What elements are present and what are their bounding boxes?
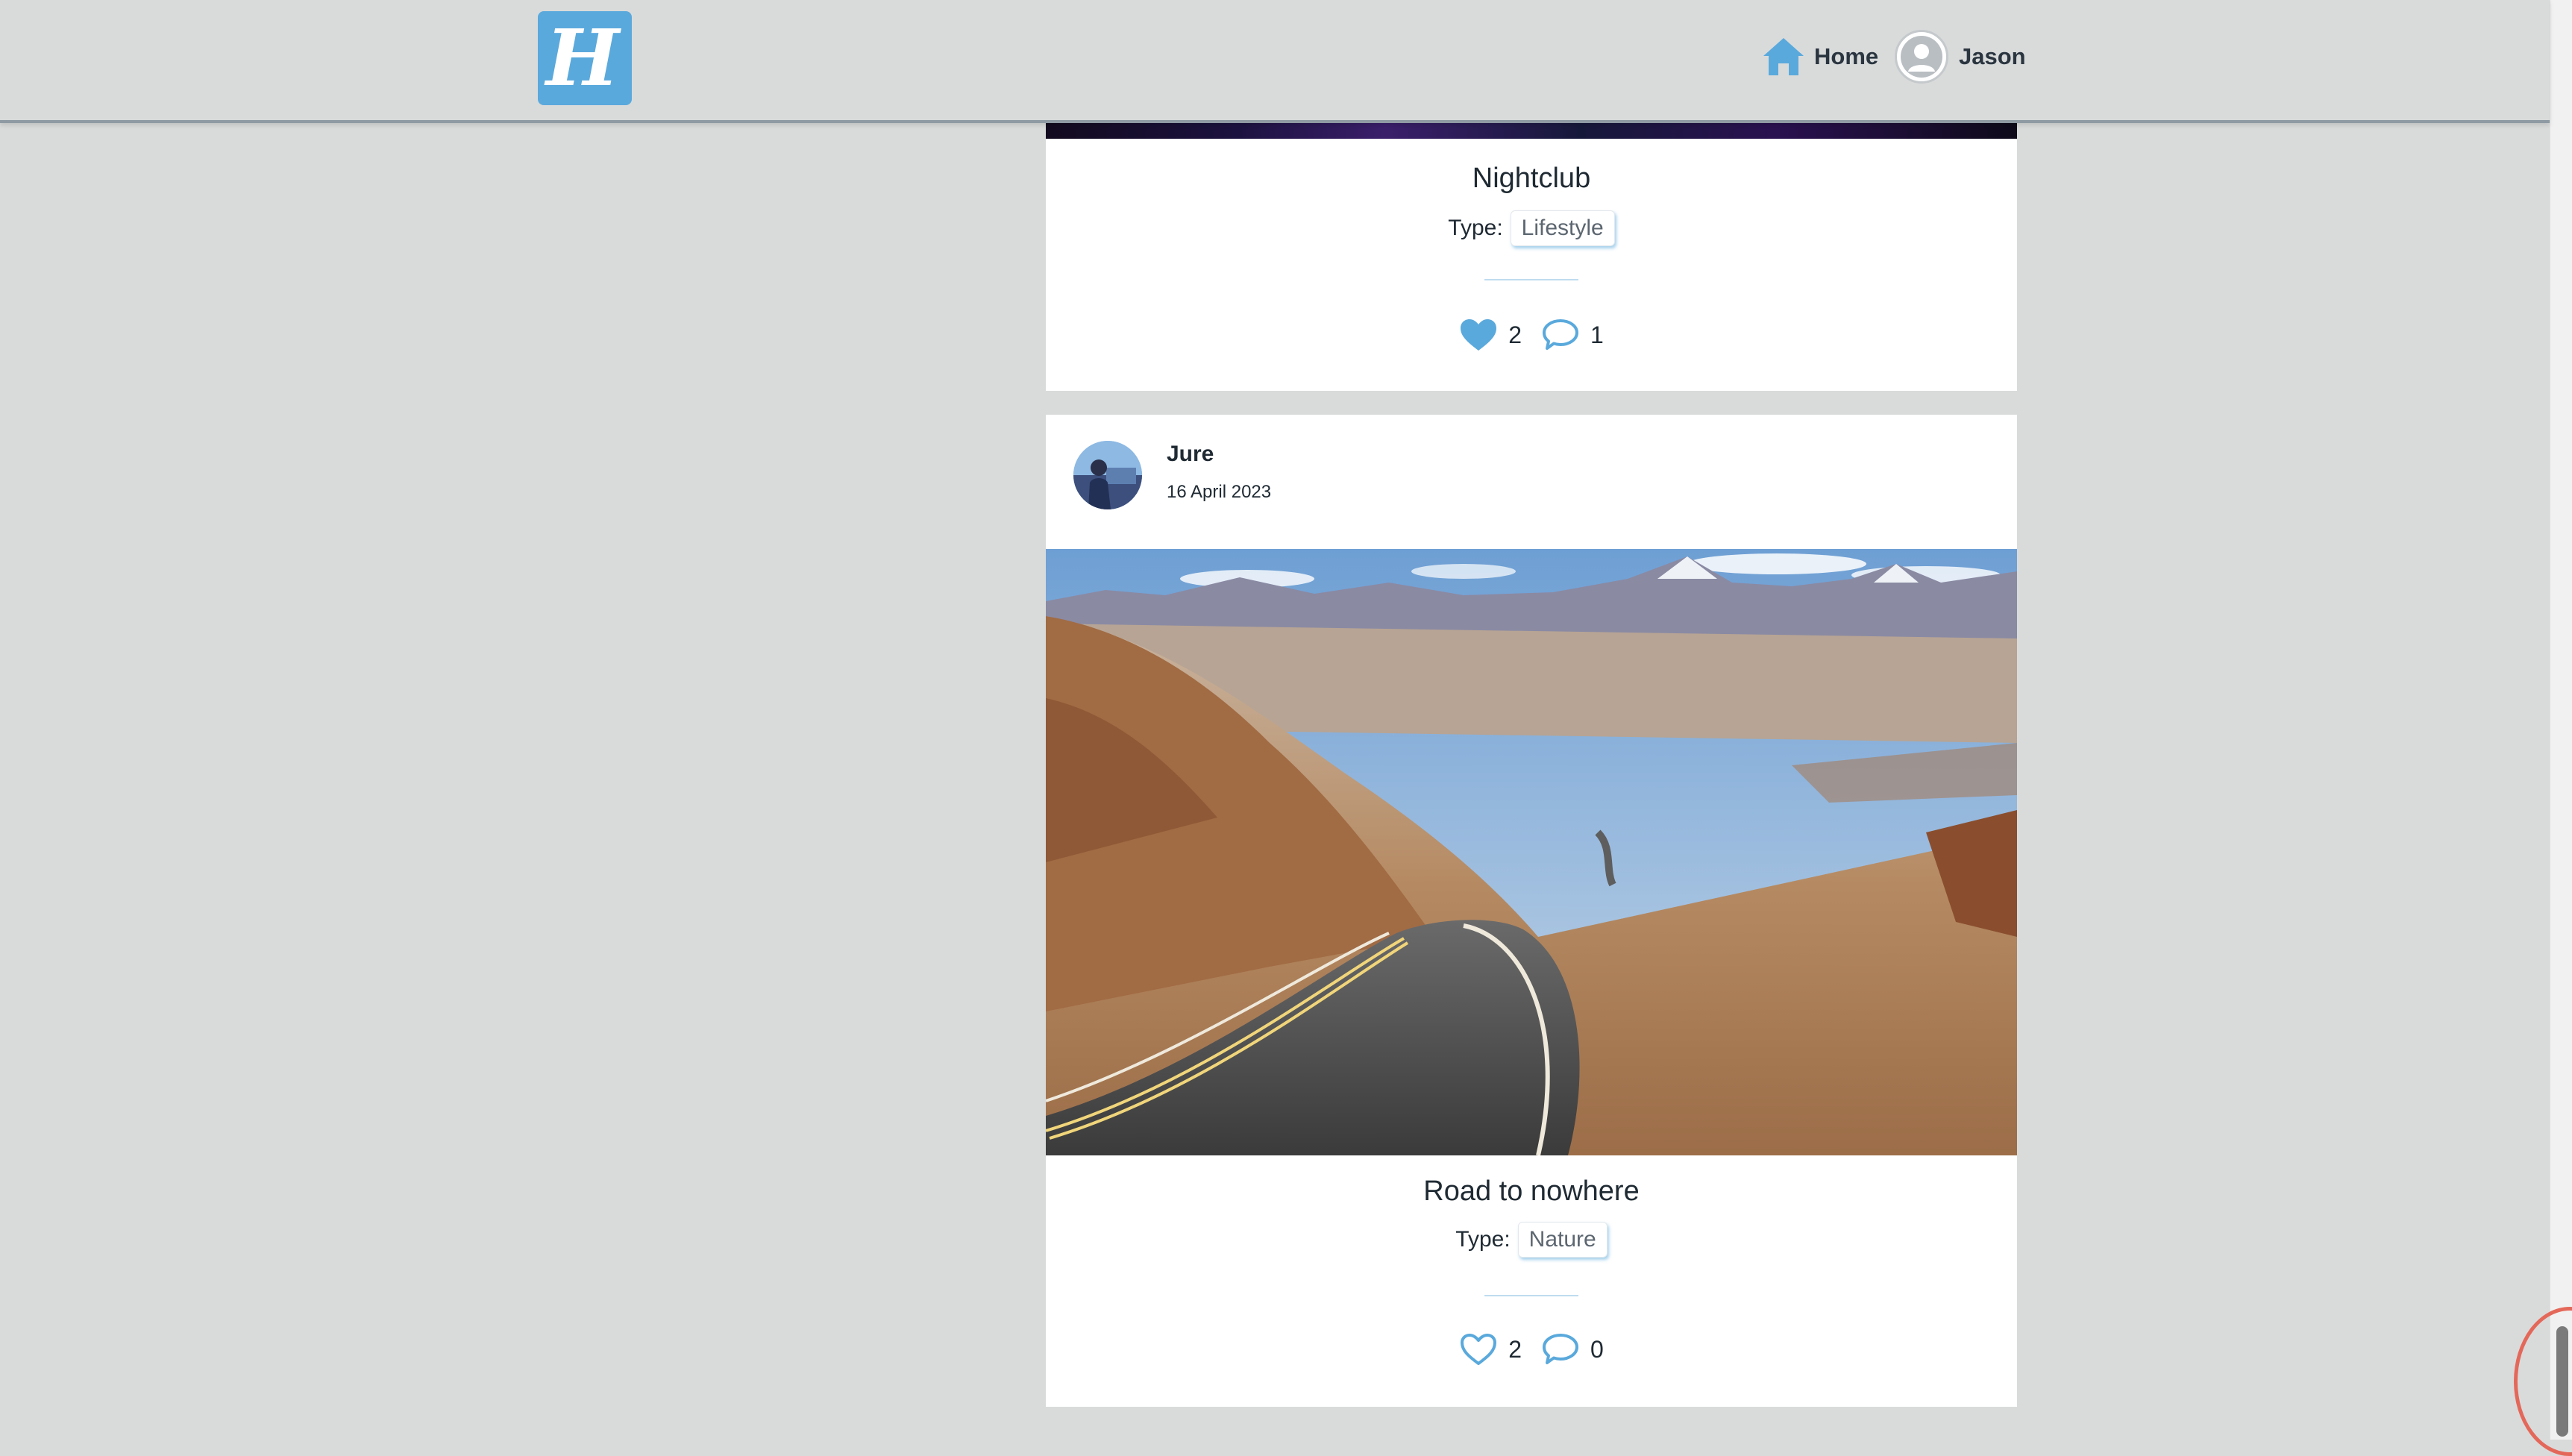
type-label: Type: [1448,216,1503,240]
heart-filled-icon [1461,319,1497,351]
type-label: Type: [1455,1227,1511,1252]
scrollbar-thumb[interactable] [2556,1326,2568,1437]
user-avatar-icon [1895,30,1948,84]
heart-outline-icon [1461,1334,1497,1365]
post-stats: 2 1 [1046,318,2017,352]
post-image[interactable] [1046,549,2017,1155]
post-title: Road to nowhere [1423,1176,1640,1207]
post-image[interactable] [1046,122,2017,139]
nav-user-name: Jason [1959,43,2026,69]
post-stats: 2 0 [1046,1332,2017,1366]
like-count: 2 [1508,321,1522,348]
divider [1484,279,1578,280]
like-count: 2 [1508,1335,1522,1363]
post-type-row: Type: Nature [1046,1222,2017,1258]
comment-icon [1543,319,1578,350]
comment-button[interactable]: 1 [1541,318,1604,352]
comment-count: 0 [1590,1335,1604,1363]
nav-home-link[interactable]: Home [1762,36,1878,78]
author-name[interactable]: Jure [1167,442,1214,467]
like-button[interactable]: 2 [1459,318,1522,352]
post-date: 16 April 2023 [1167,482,1272,502]
comment-icon [1543,1334,1578,1364]
logo-letter: H [545,12,620,104]
type-tag[interactable]: Lifestyle [1510,210,1615,246]
post-card: Jure 16 April 2023 Road to nowhere Type:… [1046,415,2017,1407]
comment-button[interactable]: 0 [1541,1332,1604,1366]
comment-count: 1 [1590,321,1604,348]
author-avatar[interactable] [1073,441,1142,509]
post-title: Nightclub [1472,163,1591,194]
divider [1484,1295,1578,1296]
home-icon [1763,38,1804,75]
post-type-row: Type: Lifestyle [1046,210,2017,246]
nav-user-profile[interactable]: Jason [1895,30,2026,84]
page-scrollbar[interactable] [2550,0,2572,1440]
type-tag[interactable]: Nature [1517,1222,1608,1258]
site-logo[interactable]: H [538,11,632,105]
top-navbar: H Home Jason [0,0,2550,123]
like-button[interactable]: 2 [1459,1332,1522,1366]
post-card: Nightclub Type: Lifestyle 2 1 [1046,122,2017,391]
nav-home-label: Home [1814,43,1879,69]
